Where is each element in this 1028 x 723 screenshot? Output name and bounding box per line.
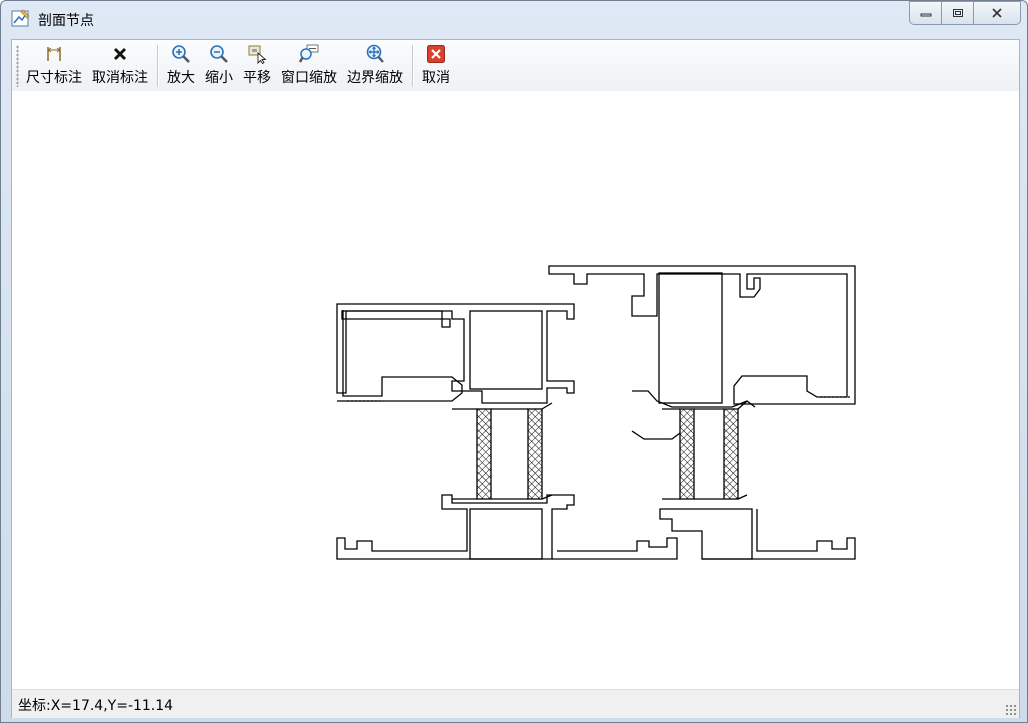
main-window: 剖面节点 尺寸标注 取消标注 放大 缩小 平移 窗口缩放 边界缩放 取消 坐标:… bbox=[0, 0, 1028, 723]
thermal-strut bbox=[679, 408, 695, 500]
pan-label: 平移 bbox=[243, 70, 271, 86]
cancel-label: 取消 bbox=[422, 70, 450, 86]
pan-icon bbox=[247, 44, 267, 64]
close-icon bbox=[992, 8, 1002, 18]
left-frame-inner-chamber bbox=[341, 310, 451, 328]
left-lower-body bbox=[336, 494, 575, 560]
zoom-in-icon bbox=[171, 44, 191, 64]
window-zoom-icon bbox=[299, 44, 319, 64]
toolbar-separator bbox=[412, 45, 413, 87]
extents-zoom-button[interactable]: 边界缩放 bbox=[342, 40, 408, 86]
dimension-button[interactable]: 尺寸标注 bbox=[21, 40, 87, 86]
resize-grip-icon[interactable] bbox=[1005, 704, 1017, 716]
left-center-chamber bbox=[469, 310, 543, 390]
toolbar-separator bbox=[157, 45, 158, 87]
zoom-in-button[interactable]: 放大 bbox=[162, 40, 200, 86]
zoom-out-icon bbox=[209, 44, 229, 64]
left-frame-hollow bbox=[337, 310, 463, 402]
cancel-dimension-icon bbox=[110, 44, 130, 64]
zoom-out-label: 缩小 bbox=[205, 70, 233, 86]
client-area: 尺寸标注 取消标注 放大 缩小 平移 窗口缩放 边界缩放 取消 坐标:X=17.… bbox=[11, 39, 1020, 718]
left-lower-chamber bbox=[469, 508, 543, 560]
restore-icon bbox=[952, 9, 963, 17]
zoom-out-button[interactable]: 缩小 bbox=[200, 40, 238, 86]
window-zoom-button[interactable]: 窗口缩放 bbox=[276, 40, 342, 86]
minimize-button[interactable] bbox=[909, 1, 942, 25]
minimize-icon bbox=[920, 13, 931, 17]
status-bar: 坐标:X=17.4,Y=-11.14 bbox=[12, 689, 1019, 718]
cancel-icon bbox=[426, 44, 446, 64]
glazing-bead bbox=[631, 430, 681, 440]
cancel-dimension-label: 取消标注 bbox=[92, 70, 148, 86]
right-base bbox=[702, 509, 856, 560]
window-zoom-label: 窗口缩放 bbox=[281, 70, 337, 86]
right-sash-hollow bbox=[632, 390, 756, 408]
toolbar-grip[interactable] bbox=[16, 45, 19, 87]
right-lower-body bbox=[659, 508, 753, 560]
pan-button[interactable]: 平移 bbox=[238, 40, 276, 86]
cancel-button[interactable]: 取消 bbox=[417, 40, 455, 86]
profile-drawing bbox=[336, 265, 856, 560]
coordinate-readout: 坐标:X=17.4,Y=-11.14 bbox=[18, 698, 174, 714]
left-base-right bbox=[552, 537, 678, 560]
maximize-button[interactable] bbox=[941, 1, 974, 25]
dimension-label: 尺寸标注 bbox=[26, 70, 82, 86]
cancel-dimension-button[interactable]: 取消标注 bbox=[87, 40, 153, 86]
title-bar[interactable]: 剖面节点 bbox=[1, 1, 1027, 37]
extents-zoom-icon bbox=[365, 44, 385, 64]
thermal-strut bbox=[476, 408, 492, 500]
thermal-strut bbox=[527, 408, 543, 500]
thermal-strut bbox=[723, 408, 739, 500]
window-title: 剖面节点 bbox=[38, 13, 94, 29]
right-sash-outline bbox=[548, 265, 856, 405]
zoom-in-label: 放大 bbox=[167, 70, 195, 86]
caption-buttons bbox=[909, 1, 1021, 25]
toolbar: 尺寸标注 取消标注 放大 缩小 平移 窗口缩放 边界缩放 取消 bbox=[12, 40, 1019, 91]
extents-zoom-label: 边界缩放 bbox=[347, 70, 403, 86]
close-button[interactable] bbox=[973, 1, 1021, 25]
right-center-chamber bbox=[658, 272, 723, 404]
drawing-icon bbox=[11, 8, 31, 28]
strut-clip bbox=[541, 400, 748, 500]
drawing-canvas[interactable] bbox=[12, 91, 1019, 688]
dimension-icon bbox=[44, 44, 64, 64]
